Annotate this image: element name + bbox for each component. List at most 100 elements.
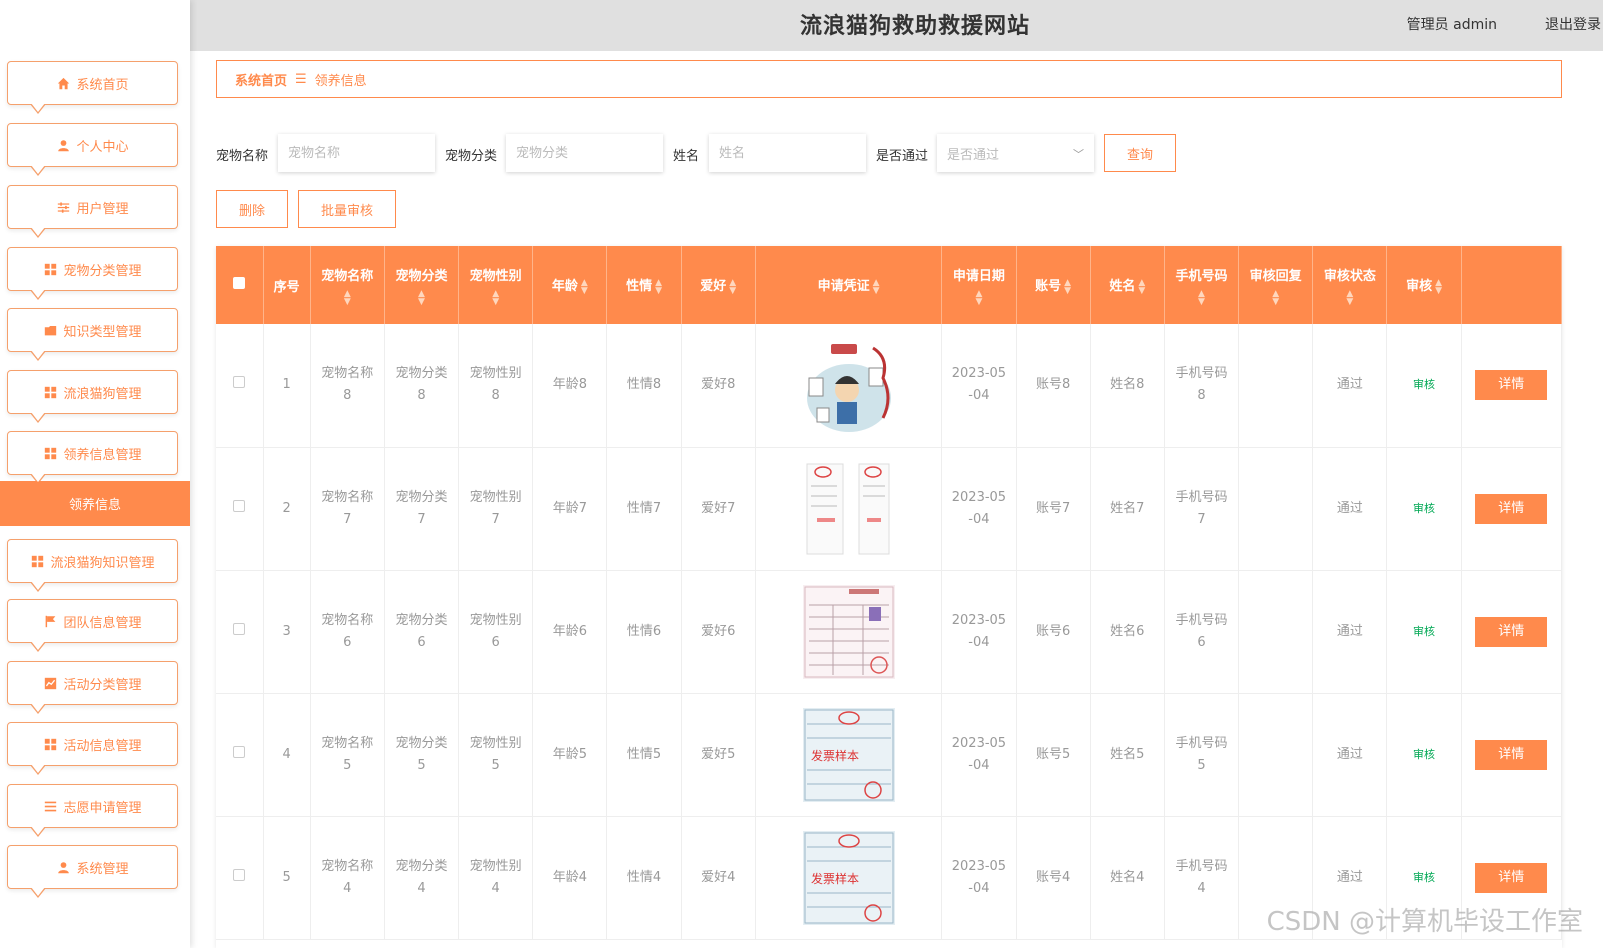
sort-icon[interactable]: ▲ ▼ <box>873 278 880 295</box>
sidebar-item-label: 团队信息管理 <box>63 615 142 631</box>
sidebar-item-label: 流浪猫狗知识管理 <box>50 555 155 571</box>
row-checkbox[interactable] <box>233 745 246 758</box>
column-header[interactable]: 申请日期 ▲ ▼ <box>941 246 1017 324</box>
user-icon <box>56 860 70 874</box>
cell-category: 宠物分类 7 <box>384 447 460 571</box>
sidebar-item-profile[interactable]: 个人中心 <box>7 123 178 176</box>
cell-no: 5 <box>263 816 311 940</box>
sidebar-item-system[interactable]: 系统管理 <box>7 845 178 898</box>
column-header[interactable]: 审核 ▲ ▼ <box>1386 246 1462 324</box>
user-icon <box>56 138 70 152</box>
logout-link[interactable]: 退出登录 <box>1545 14 1601 34</box>
column-header-actions <box>1461 246 1562 324</box>
cell-phone: 手机号码 8 <box>1164 324 1240 448</box>
column-header[interactable]: 年龄 ▲ ▼ <box>532 246 608 324</box>
passed-select[interactable]: 是否通过 ﹀ <box>937 134 1094 172</box>
cell-proof-image[interactable]: 发票样本 <box>755 693 943 817</box>
delete-button[interactable]: 删除 <box>216 190 288 228</box>
column-header[interactable]: 性情 ▲ ▼ <box>606 246 682 324</box>
sort-icon[interactable]: ▲ ▼ <box>385 289 458 306</box>
sort-icon[interactable]: ▲ ▼ <box>1064 278 1071 295</box>
column-header[interactable]: 爱好 ▲ ▼ <box>681 246 756 324</box>
cell-proof-image[interactable]: 发票样本 <box>755 816 943 940</box>
cell-hobby: 爱好7 <box>681 447 756 571</box>
column-header[interactable]: 宠物性别 ▲ ▼ <box>458 246 534 324</box>
cell-account: 账号5 <box>1016 693 1091 817</box>
sidebar-item-label: 活动分类管理 <box>63 677 142 693</box>
detail-button[interactable]: 详情 <box>1475 862 1548 893</box>
query-button[interactable]: 查询 <box>1104 134 1176 172</box>
passed-select-value: 是否通过 <box>947 147 1000 163</box>
audit-link[interactable]: 审核 <box>1413 502 1435 515</box>
detail-button[interactable]: 详情 <box>1475 739 1548 770</box>
table-row: 4 宠物名称 5 宠物分类 5 宠物性别 5 年龄5 性情5 爱好5 发票样本 2023-05 -04 账… <box>216 693 1562 817</box>
sidebar-item-activity-category[interactable]: 活动分类管理 <box>7 661 178 714</box>
sort-icon[interactable]: ▲ ▼ <box>581 278 588 295</box>
name-input[interactable] <box>709 134 866 172</box>
row-select-cell <box>216 324 264 448</box>
sort-icon[interactable]: ▲ ▼ <box>1313 289 1386 306</box>
sidebar-item-home[interactable]: 系统首页 <box>7 61 178 114</box>
sort-icon[interactable]: ▲ ▼ <box>1239 289 1312 306</box>
sort-icon[interactable]: ▲ ▼ <box>1138 278 1145 295</box>
row-checkbox[interactable] <box>233 376 246 389</box>
adoption-table: 序号 宠物名称 ▲ ▼ 宠物分类 ▲ ▼ 宠物性别 ▲ ▼ 年龄 ▲ ▼ 性情 ▲ ▼ 爱好 ▲ ▼ 申… <box>216 246 1562 948</box>
sort-icon[interactable]: ▲ ▼ <box>729 278 736 295</box>
cell-hobby: 爱好5 <box>681 693 756 817</box>
row-checkbox[interactable] <box>233 499 246 512</box>
column-header[interactable]: 审核状态 ▲ ▼ <box>1312 246 1388 324</box>
cell-category: 宠物分类 5 <box>384 693 460 817</box>
cell-name: 姓名7 <box>1090 447 1165 571</box>
column-header[interactable]: 审核回复 ▲ ▼ <box>1238 246 1314 324</box>
column-header[interactable]: 宠物分类 ▲ ▼ <box>384 246 460 324</box>
cell-proof-image[interactable] <box>755 447 943 571</box>
audit-link[interactable]: 审核 <box>1413 748 1435 761</box>
cell-no: 4 <box>263 693 311 817</box>
sort-icon[interactable]: ▲ ▼ <box>459 289 532 306</box>
audit-link[interactable]: 审核 <box>1413 625 1435 638</box>
batch-audit-button[interactable]: 批量审核 <box>298 190 396 228</box>
cell-proof-image[interactable] <box>755 324 943 448</box>
name-label: 姓名 <box>673 149 700 164</box>
column-header[interactable]: 宠物名称 ▲ ▼ <box>310 246 385 324</box>
detail-button[interactable]: 详情 <box>1475 370 1548 401</box>
sort-icon[interactable]: ▲ ▼ <box>311 289 384 306</box>
audit-link[interactable]: 审核 <box>1413 378 1435 391</box>
sidebar-item-adoption[interactable]: 领养信息管理 <box>7 431 178 484</box>
sort-icon[interactable]: ▲ ▼ <box>942 289 1015 306</box>
cell-age: 年龄4 <box>532 816 608 940</box>
sidebar-item-stray-pets[interactable]: 流浪猫狗管理 <box>7 370 178 423</box>
breadcrumb-home[interactable]: 系统首页 <box>235 70 287 89</box>
column-header[interactable]: 申请凭证 ▲ ▼ <box>755 246 943 324</box>
breadcrumb: 系统首页 ☰ 领养信息 <box>216 60 1562 98</box>
detail-button[interactable]: 详情 <box>1475 493 1548 524</box>
sidebar-item-label: 知识类型管理 <box>63 324 142 340</box>
row-checkbox[interactable] <box>233 622 246 635</box>
cell-status: 通过 <box>1312 693 1388 817</box>
pet-category-input[interactable] <box>506 134 663 172</box>
cell-phone: 手机号码 6 <box>1164 570 1240 694</box>
cell-temper: 性情7 <box>606 447 682 571</box>
sidebar-item-label: 志愿申请管理 <box>63 800 142 816</box>
column-header[interactable]: 姓名 ▲ ▼ <box>1090 246 1165 324</box>
sidebar-item-pet-category[interactable]: 宠物分类管理 <box>7 247 178 300</box>
select-all-checkbox[interactable] <box>233 277 246 289</box>
sidebar-item-stray-knowledge[interactable]: 流浪猫狗知识管理 <box>7 539 178 592</box>
sidebar-item-activity-info[interactable]: 活动信息管理 <box>7 722 178 775</box>
sidebar-item-users[interactable]: 用户管理 <box>7 185 178 238</box>
sidebar-item-knowledge-type[interactable]: 知识类型管理 <box>7 308 178 361</box>
column-header[interactable]: 手机号码 ▲ ▼ <box>1164 246 1240 324</box>
row-checkbox[interactable] <box>233 868 246 881</box>
cell-proof-image[interactable] <box>755 570 943 694</box>
column-header[interactable]: 账号 ▲ ▼ <box>1016 246 1091 324</box>
audit-link[interactable]: 审核 <box>1413 871 1435 884</box>
sidebar-item-team[interactable]: 团队信息管理 <box>7 599 178 652</box>
detail-button[interactable]: 详情 <box>1475 616 1548 647</box>
sort-icon[interactable]: ▲ ▼ <box>655 278 662 295</box>
pet-name-input[interactable] <box>278 134 435 172</box>
sort-icon[interactable]: ▲ ▼ <box>1435 278 1442 295</box>
sidebar-item-label: 系统管理 <box>76 861 129 877</box>
sidebar-subitem-adoption-info[interactable]: 领养信息 <box>0 481 190 526</box>
sort-icon[interactable]: ▲ ▼ <box>1165 289 1238 306</box>
sidebar-item-volunteer[interactable]: 志愿申请管理 <box>7 784 178 837</box>
